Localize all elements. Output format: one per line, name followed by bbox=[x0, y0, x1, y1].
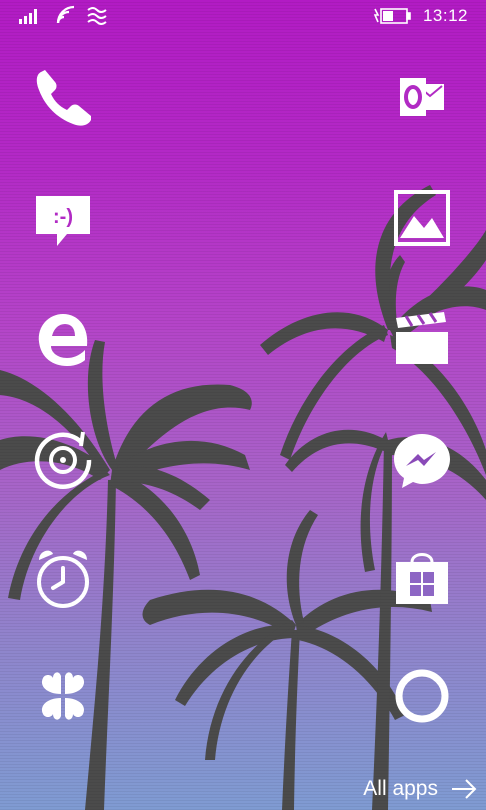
messenger-tile[interactable] bbox=[386, 424, 458, 496]
all-apps-link[interactable]: All apps bbox=[363, 774, 478, 804]
outlook-tile[interactable] bbox=[386, 62, 458, 134]
store-tile[interactable] bbox=[386, 542, 458, 614]
arrow-right-icon bbox=[452, 779, 477, 799]
alarms-icon bbox=[37, 550, 89, 608]
groove-music-tile[interactable] bbox=[27, 424, 99, 496]
movies-tv-tile[interactable] bbox=[386, 304, 458, 376]
signal-bars-icon bbox=[18, 5, 42, 30]
cortana-icon bbox=[395, 669, 449, 723]
messenger-icon bbox=[394, 434, 450, 488]
wifi-icon bbox=[56, 5, 78, 30]
cortana-tile[interactable] bbox=[386, 660, 458, 732]
phone-icon bbox=[36, 70, 91, 126]
clover-app-tile[interactable] bbox=[27, 660, 99, 732]
clock-time: 13:12 bbox=[422, 6, 468, 25]
messaging-tile[interactable]: :-) bbox=[27, 186, 99, 258]
messaging-icon: :-) bbox=[36, 196, 90, 246]
status-bar: 13:12 bbox=[0, 0, 486, 34]
groove-music-icon bbox=[34, 431, 92, 490]
edge-icon bbox=[38, 314, 88, 366]
outlook-icon bbox=[400, 78, 444, 116]
store-icon bbox=[396, 553, 448, 604]
photos-tile[interactable] bbox=[386, 182, 458, 254]
photos-icon bbox=[394, 190, 450, 246]
svg-text::-): :-) bbox=[53, 206, 73, 228]
all-apps-label: All apps bbox=[363, 777, 438, 800]
edge-browser-tile[interactable] bbox=[27, 304, 99, 376]
battery-charging-icon bbox=[372, 6, 412, 31]
clover-app-icon bbox=[41, 672, 85, 720]
start-screen: 13:12 :-) All apps bbox=[0, 0, 486, 810]
alarms-clock-tile[interactable] bbox=[27, 542, 99, 614]
network-waves-icon bbox=[86, 5, 108, 30]
phone-tile[interactable] bbox=[27, 62, 99, 134]
movies-tv-icon bbox=[396, 312, 448, 364]
